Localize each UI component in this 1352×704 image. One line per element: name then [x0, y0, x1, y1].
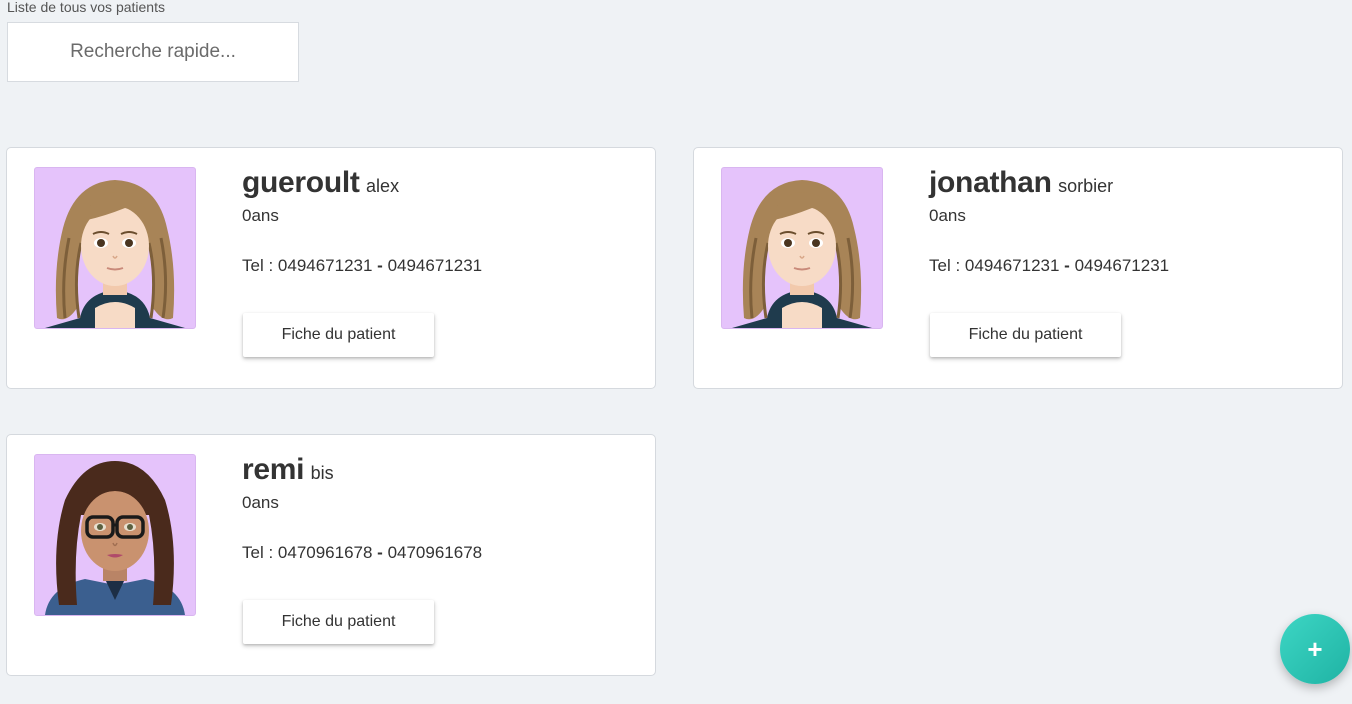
patient-lastname: gueroult: [242, 166, 360, 199]
patient-file-button[interactable]: Fiche du patient: [243, 600, 434, 644]
patient-firstname: sorbier: [1058, 176, 1114, 196]
patient-file-button[interactable]: Fiche du patient: [243, 313, 434, 357]
patient-age: 0ans: [242, 206, 279, 225]
patient-name: gueroult alex: [242, 166, 399, 200]
quick-search-input[interactable]: [7, 22, 299, 82]
patient-lastname: jonathan: [929, 166, 1052, 199]
patient-age: 0ans: [929, 206, 966, 225]
patient-age: 0ans: [242, 493, 279, 512]
patient-phone: Tel : 0470961678 - 0470961678: [242, 543, 483, 562]
patient-list-page: Liste de tous vos patients g: [0, 0, 1352, 704]
patient-phone: Tel : 0494671231 - 0494671231: [929, 256, 1170, 275]
patient-lastname: remi: [242, 453, 305, 486]
patient-firstname: alex: [366, 176, 400, 196]
plus-icon: +: [1307, 634, 1323, 664]
female-avatar-brown-hair-glasses-icon: [34, 454, 196, 616]
add-patient-button[interactable]: +: [1280, 614, 1350, 684]
female-avatar-wavy-blonde-icon: [34, 167, 196, 329]
patient-file-button[interactable]: Fiche du patient: [930, 313, 1121, 357]
patient-phone: Tel : 0494671231 - 0494671231: [242, 256, 483, 275]
patient-list-label: Liste de tous vos patients: [7, 0, 165, 15]
patient-name: remi bis: [242, 453, 334, 487]
patient-card: jonathan sorbier 0ans Tel : 0494671231 -…: [693, 147, 1343, 389]
patient-card: remi bis 0ans Tel : 0470961678 - 0470961…: [6, 434, 656, 676]
patient-card: gueroult alex 0ans Tel : 0494671231 - 04…: [6, 147, 656, 389]
patient-firstname: bis: [310, 463, 334, 483]
female-avatar-wavy-blonde-icon: [721, 167, 883, 329]
patient-name: jonathan sorbier: [929, 166, 1113, 200]
